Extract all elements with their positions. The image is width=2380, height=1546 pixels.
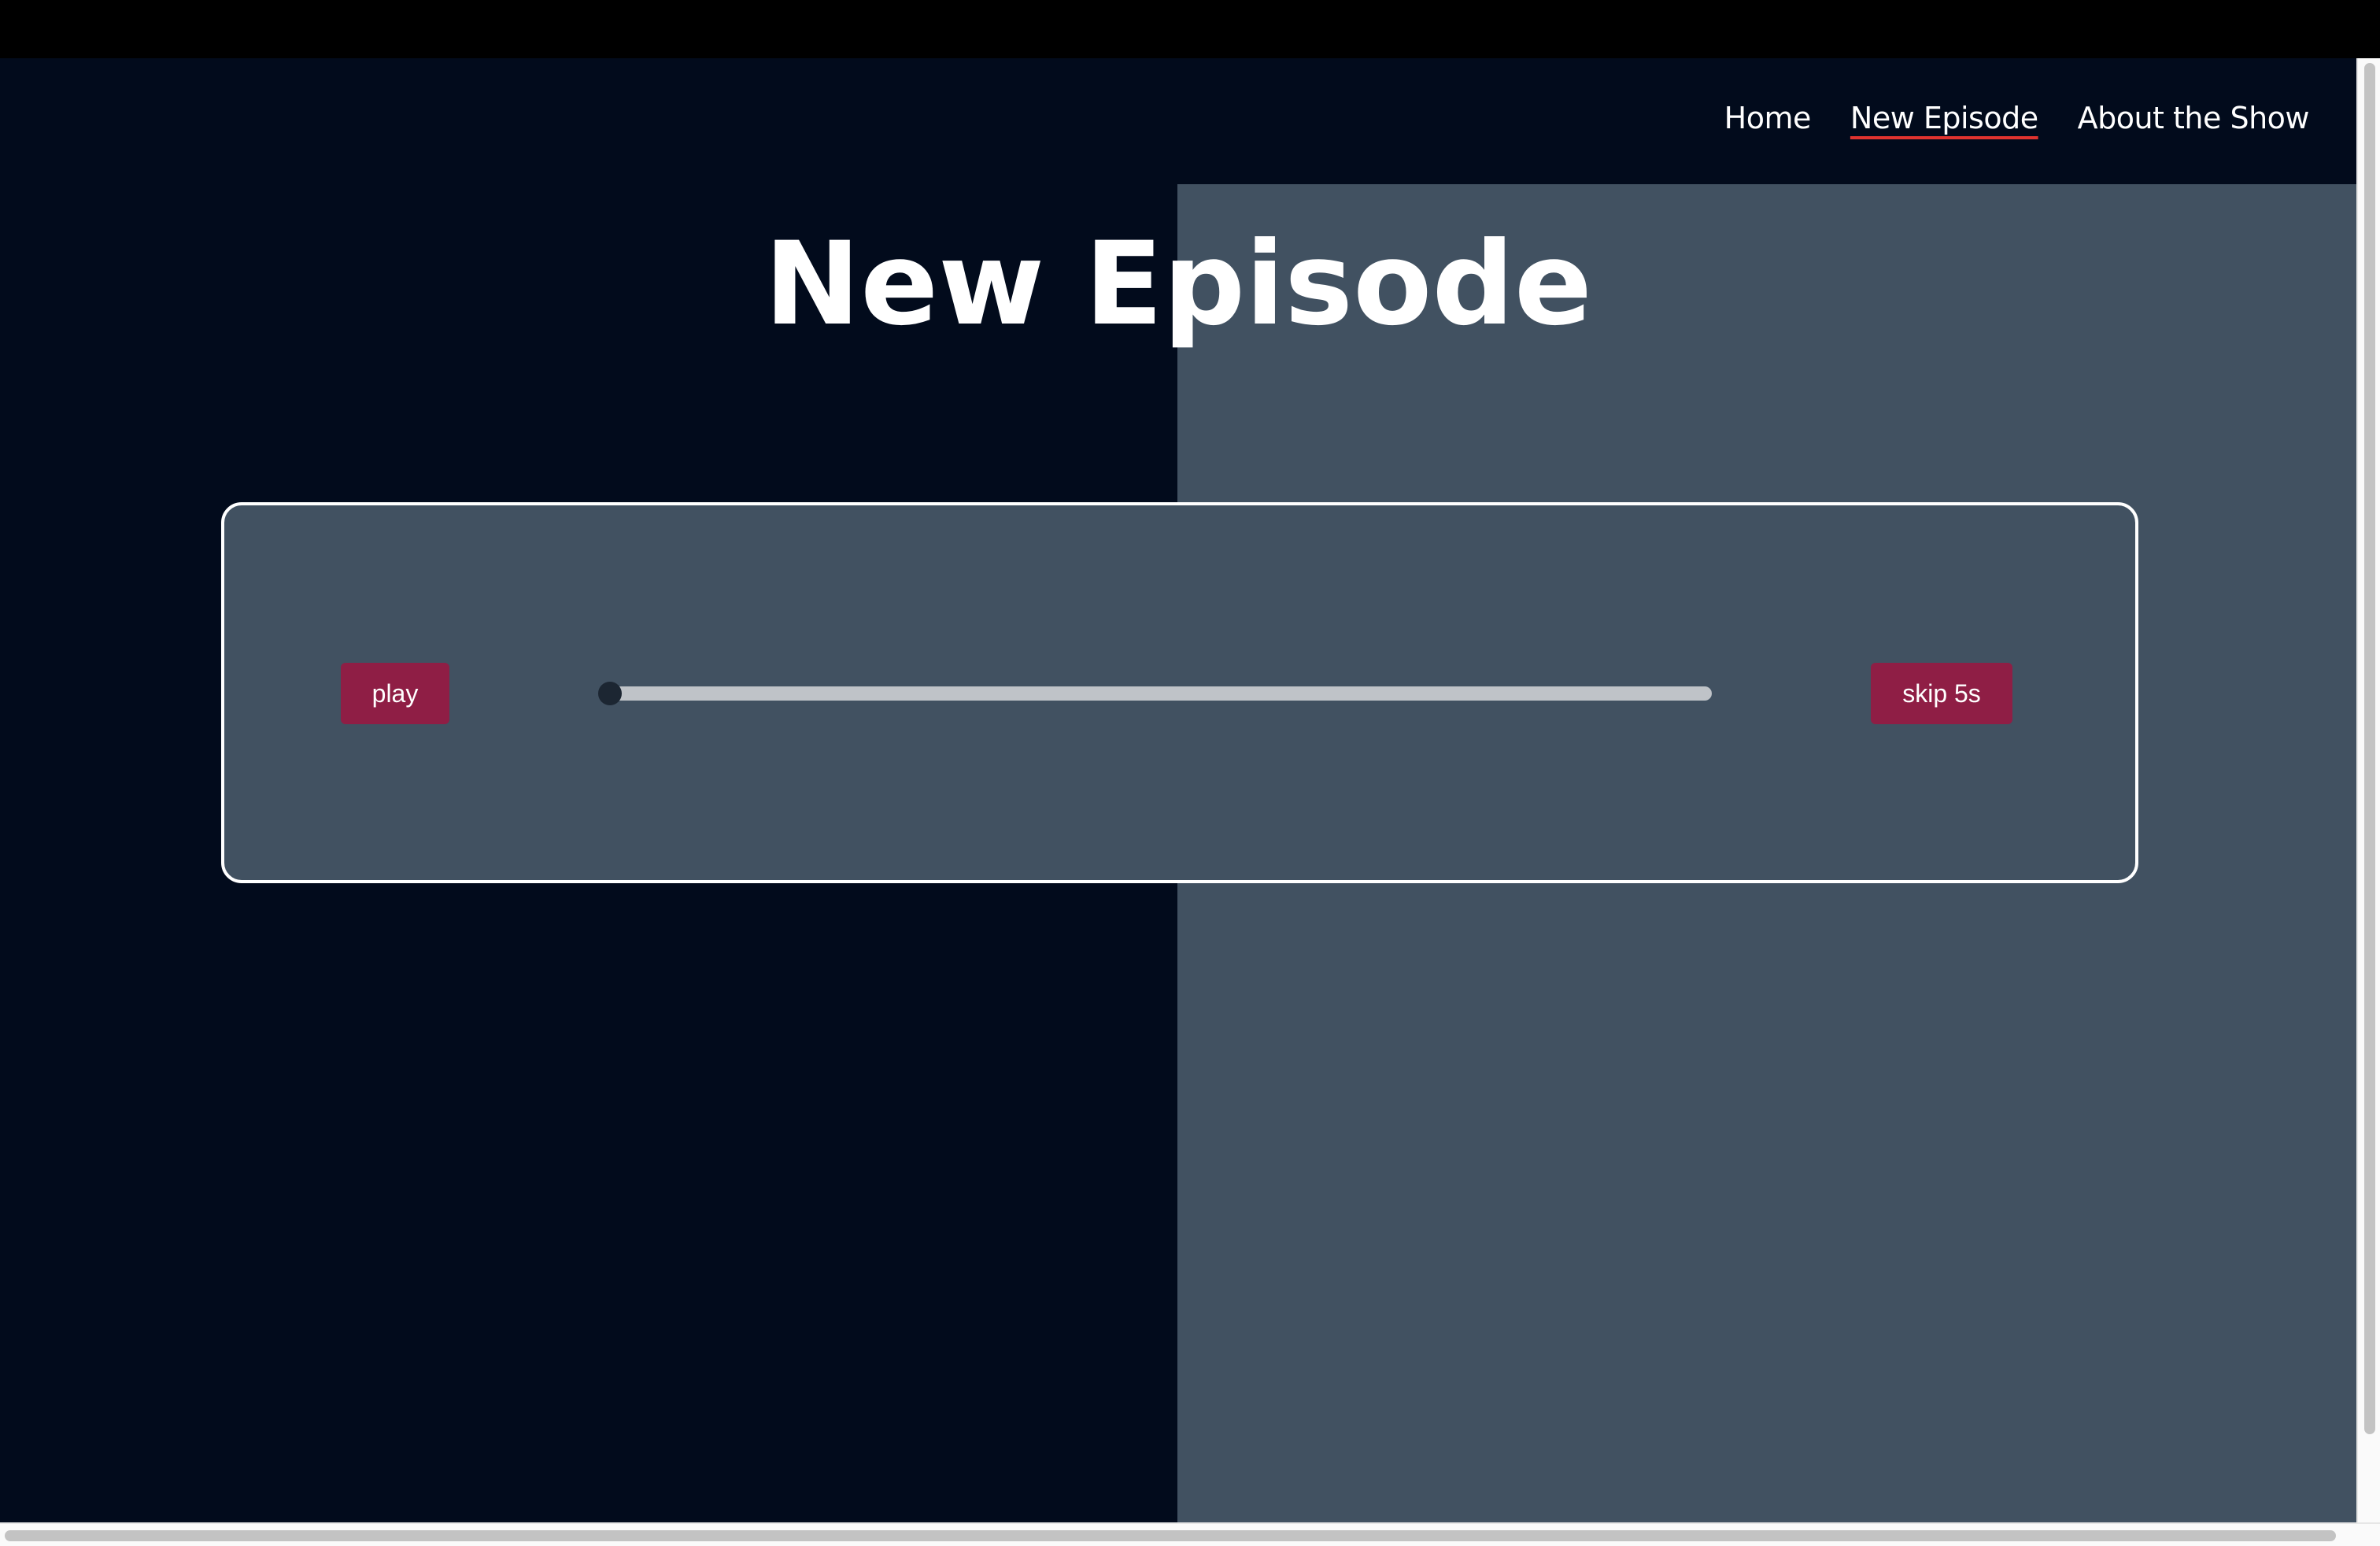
- audio-player: play skip 5s: [221, 502, 2138, 883]
- page-viewport: Home New Episode About the Show New Epis…: [0, 58, 2356, 1522]
- play-button[interactable]: play: [341, 663, 449, 724]
- vertical-scrollbar-thumb[interactable]: [2364, 63, 2375, 1434]
- top-navigation: Home New Episode About the Show: [1724, 101, 2310, 135]
- progress-slider-handle[interactable]: [598, 682, 622, 705]
- horizontal-scrollbar[interactable]: [0, 1522, 2380, 1546]
- horizontal-scrollbar-thumb[interactable]: [5, 1530, 2336, 1541]
- nav-link-about-the-show[interactable]: About the Show: [2078, 101, 2310, 135]
- nav-link-home[interactable]: Home: [1724, 101, 1812, 135]
- progress-slider[interactable]: [598, 682, 1712, 705]
- page-title: New Episode: [764, 217, 1592, 351]
- vertical-scrollbar[interactable]: [2356, 58, 2380, 1522]
- nav-link-new-episode[interactable]: New Episode: [1850, 101, 2038, 135]
- skip-5s-button[interactable]: skip 5s: [1871, 663, 2012, 724]
